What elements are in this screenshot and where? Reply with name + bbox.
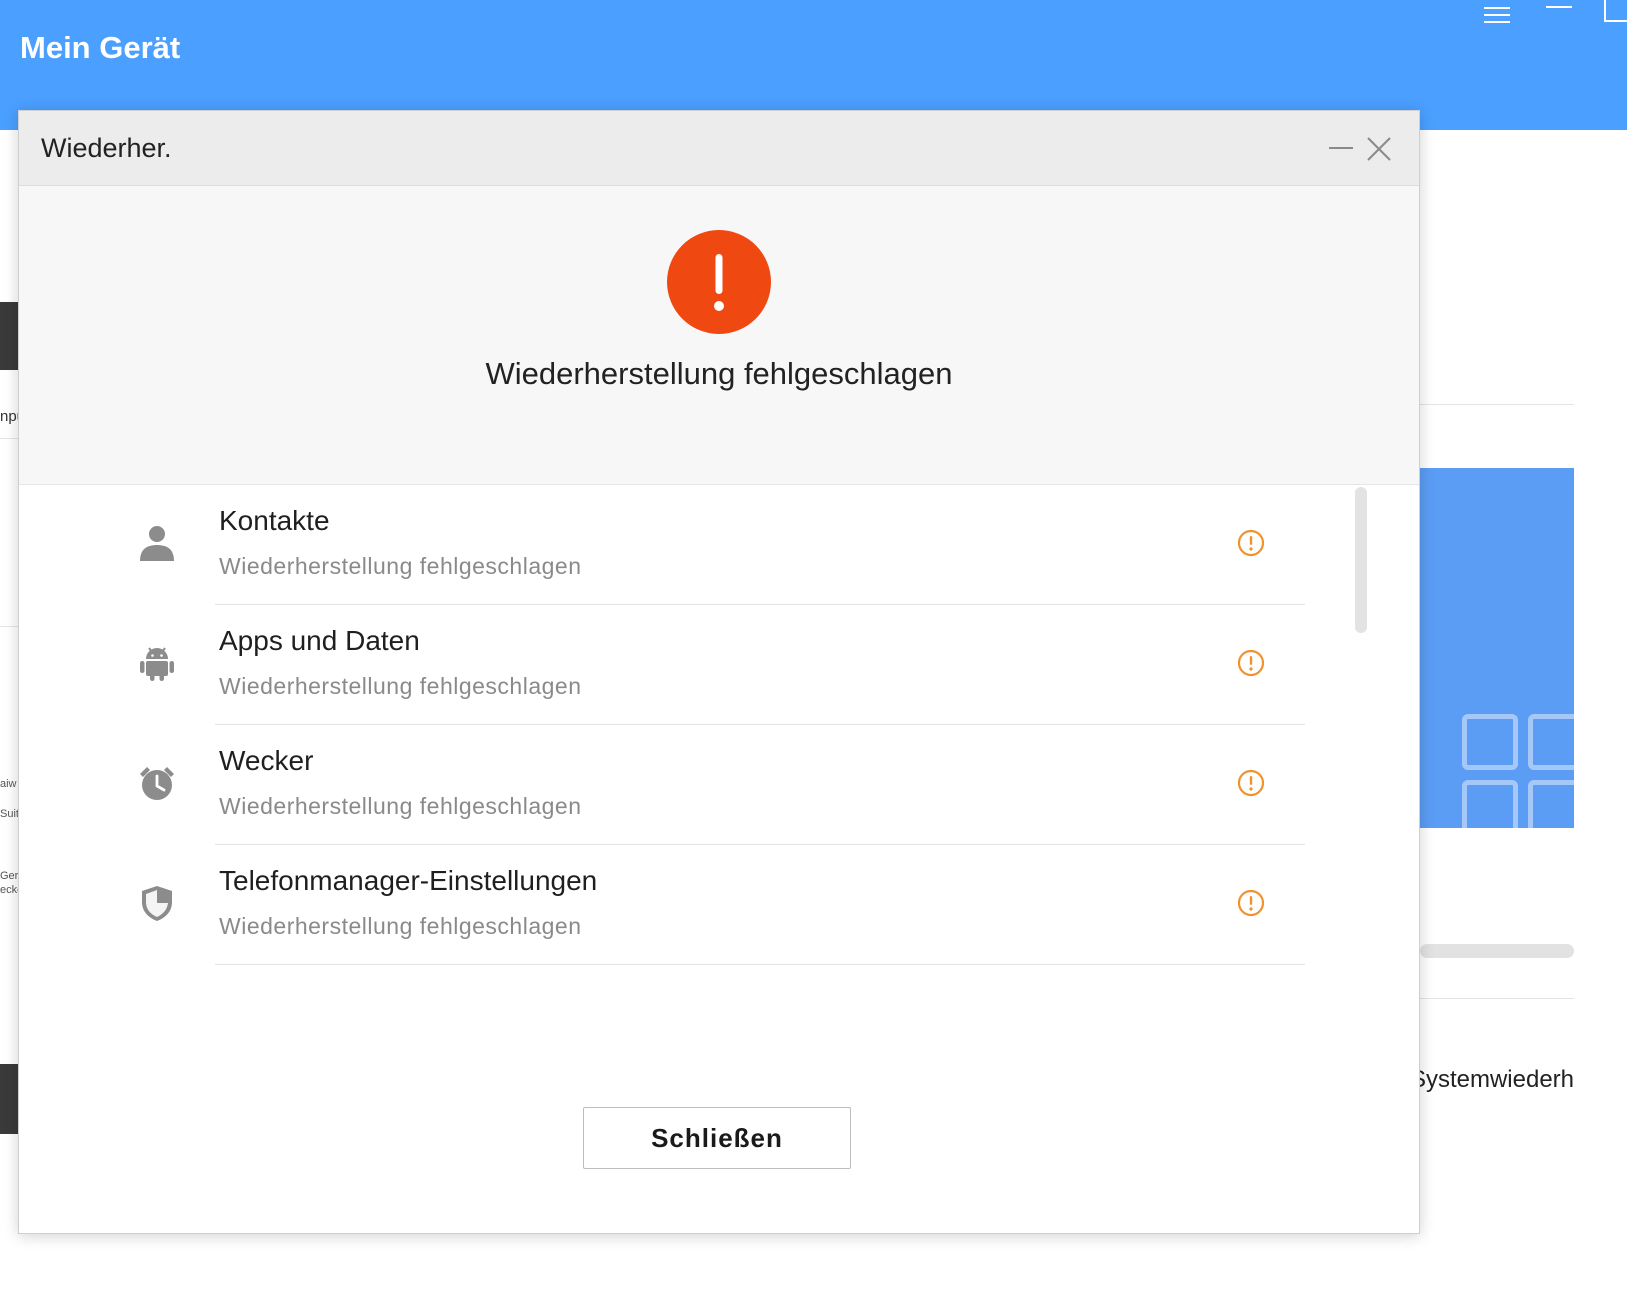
background-fragment-text: npu bbox=[0, 408, 18, 425]
background-fragment-text: ecke bbox=[0, 884, 18, 896]
item-label: Telefonmanager-Einstellungen bbox=[219, 865, 598, 896]
app-window: Mein Gerät npu aiw Suit Ger ecke s Syste… bbox=[0, 0, 1627, 1303]
background-divider bbox=[0, 438, 18, 439]
item-status-text: Wiederherstellung fehlgeschlagen bbox=[219, 913, 582, 939]
minimize-icon[interactable] bbox=[1546, 6, 1572, 8]
status-headline: Wiederherstellung fehlgeschlagen bbox=[485, 356, 953, 391]
item-status-text: Wiederherstellung fehlgeschlagen bbox=[219, 673, 582, 699]
list-item: Apps und Daten Wiederherstellung fehlges… bbox=[19, 605, 1419, 725]
warning-icon bbox=[1237, 769, 1265, 797]
item-label: Wecker bbox=[219, 745, 314, 776]
background-divider bbox=[1420, 998, 1574, 999]
list-item: Telefonmanager-Einstellungen Wiederherst… bbox=[19, 845, 1419, 965]
background-fragment-text: Suit bbox=[0, 808, 18, 820]
background-feature-card[interactable]: s bbox=[1420, 468, 1574, 828]
contact-person-icon bbox=[137, 523, 177, 563]
background-progress-bar bbox=[1420, 944, 1574, 958]
list-item: Kontakte Wiederherstellung fehlgeschlage… bbox=[19, 485, 1419, 605]
background-card-label: s bbox=[1420, 496, 1574, 524]
dialog-titlebar: Wiederher. bbox=[19, 111, 1419, 186]
background-divider bbox=[0, 626, 18, 627]
item-label: Kontakte bbox=[219, 505, 330, 536]
minimize-icon[interactable] bbox=[1329, 147, 1353, 149]
shield-icon bbox=[137, 883, 177, 923]
warning-icon bbox=[1237, 889, 1265, 917]
list-divider bbox=[215, 964, 1305, 965]
maximize-icon[interactable] bbox=[1604, 0, 1627, 22]
android-icon bbox=[137, 643, 177, 683]
dialog-status-area: Wiederherstellung fehlgeschlagen bbox=[19, 186, 1419, 485]
item-status-text: Wiederherstellung fehlgeschlagen bbox=[219, 793, 582, 819]
close-icon[interactable] bbox=[1365, 135, 1393, 163]
restore-dialog: Wiederher. Wiederherstellung fehlgeschla… bbox=[18, 110, 1420, 1234]
error-alert-icon bbox=[667, 230, 771, 334]
background-fragment-text: aiw bbox=[0, 778, 17, 790]
close-button[interactable]: Schließen bbox=[583, 1107, 851, 1169]
warning-icon bbox=[1237, 649, 1265, 677]
background-sidebar-block bbox=[0, 302, 18, 370]
list-scrollbar[interactable] bbox=[1355, 487, 1367, 633]
restore-items-list: Kontakte Wiederherstellung fehlgeschlage… bbox=[19, 485, 1419, 965]
list-item: Wecker Wiederherstellung fehlgeschlagen bbox=[19, 725, 1419, 845]
background-fragment-text: Ger bbox=[0, 870, 18, 882]
warning-icon bbox=[1237, 529, 1265, 557]
background-divider bbox=[1420, 404, 1574, 405]
alarm-clock-icon bbox=[137, 763, 177, 803]
dialog-title: Wiederher. bbox=[41, 133, 172, 163]
background-restore-label[interactable]: Systemwiederh. bbox=[1420, 1066, 1574, 1094]
item-status-text: Wiederherstellung fehlgeschlagen bbox=[219, 553, 582, 579]
app-title: Mein Gerät bbox=[20, 30, 181, 65]
item-label: Apps und Daten bbox=[219, 625, 420, 656]
background-sidebar-block bbox=[0, 1064, 18, 1134]
menu-icon[interactable] bbox=[1484, 2, 1510, 28]
